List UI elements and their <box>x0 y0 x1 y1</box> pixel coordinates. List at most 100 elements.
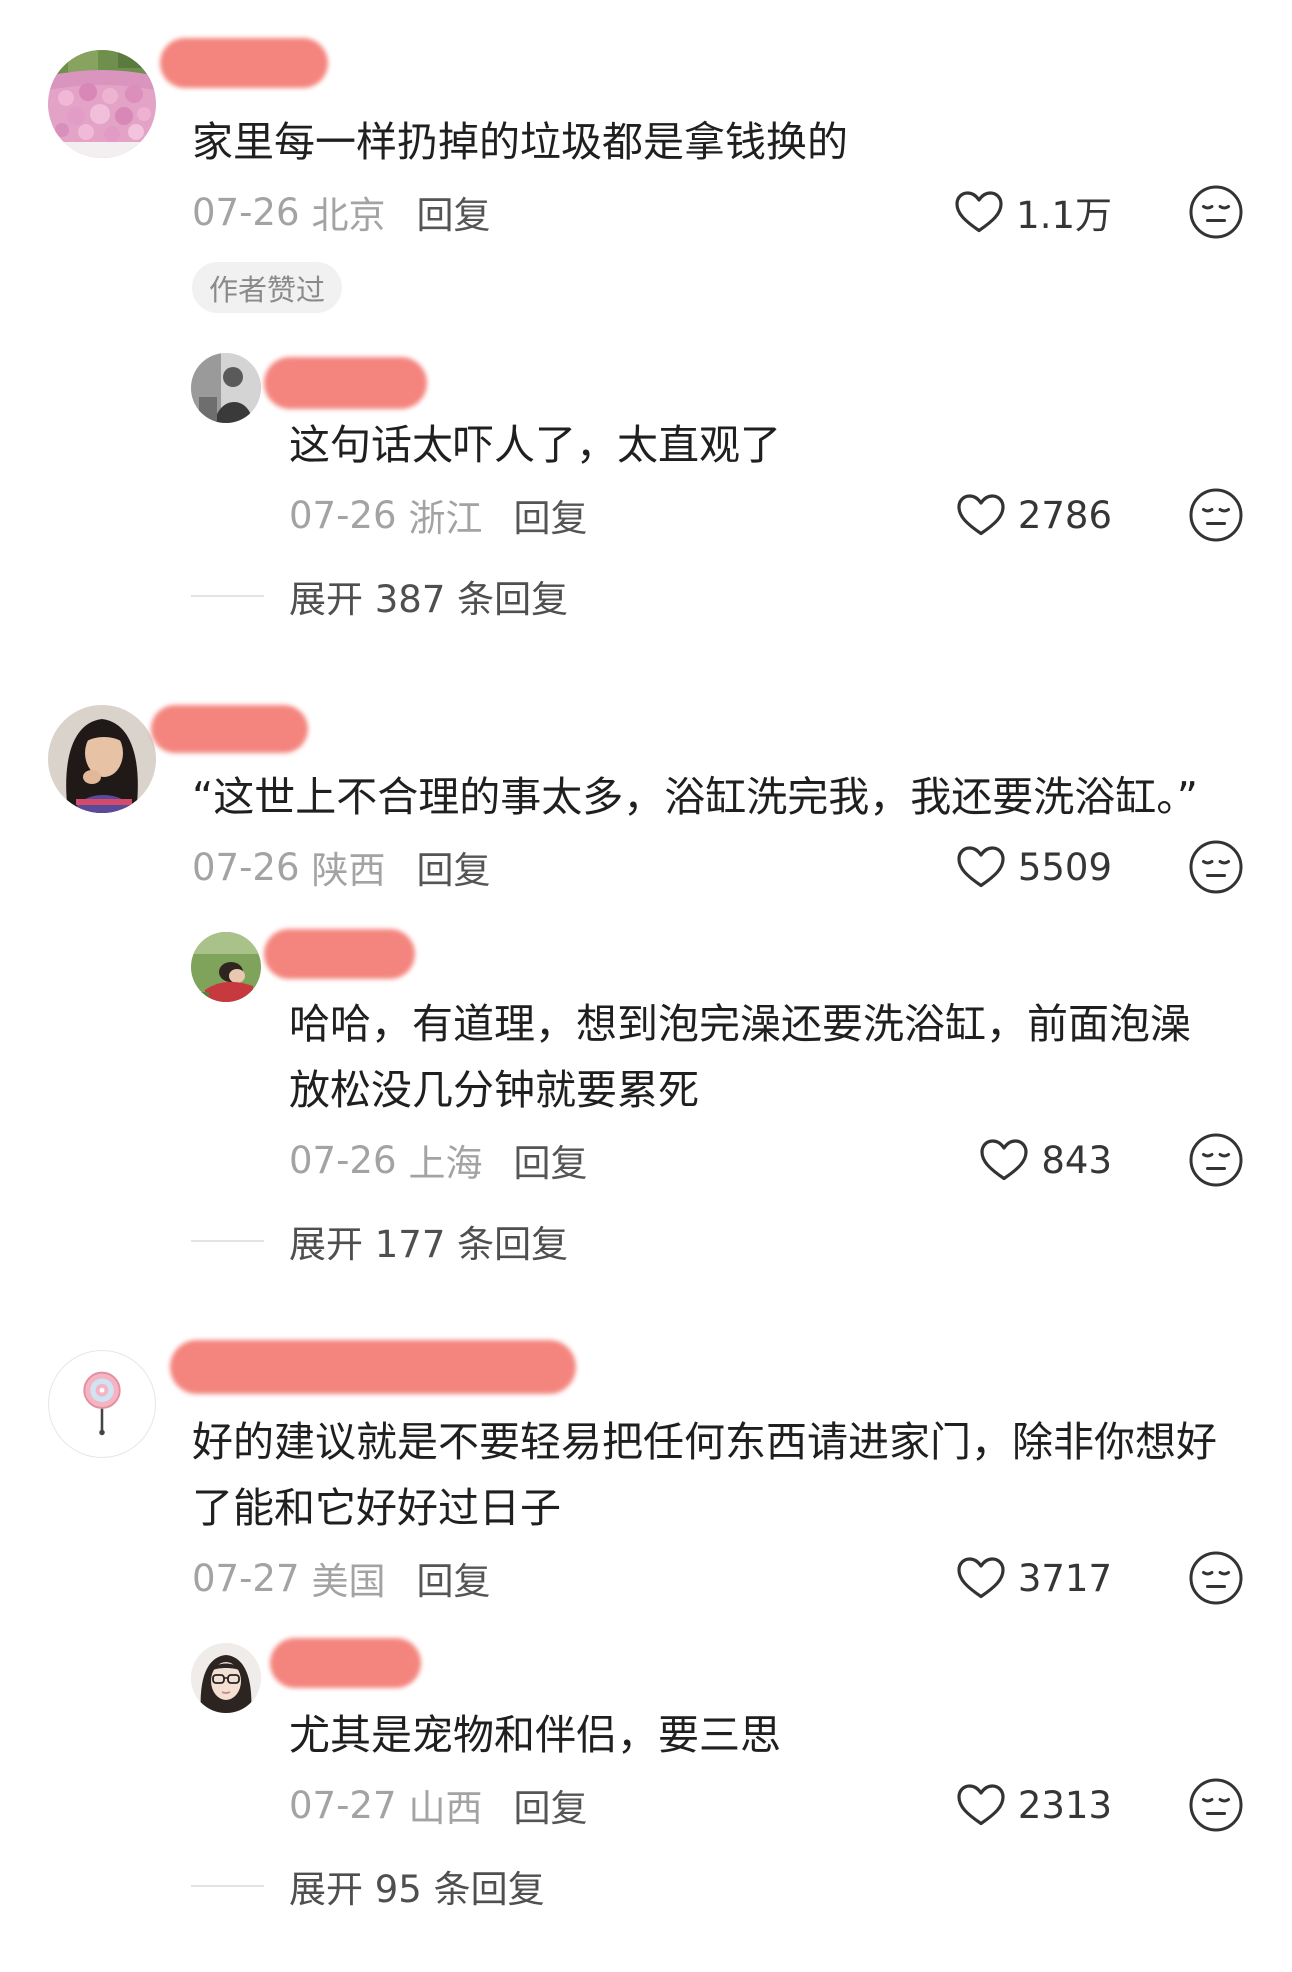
like-button[interactable]: 2313 <box>956 1780 1112 1830</box>
reaction-button[interactable] <box>1188 487 1244 543</box>
comment-meta: 07-26 北京 回复 1.1万 <box>192 184 1292 240</box>
comment-text: 好的建议就是不要轻易把任何东西请进家门，除非你想好了能和它好好过日子 <box>192 1418 1217 1532</box>
reply-button[interactable]: 回复 <box>514 488 588 542</box>
reaction-button[interactable] <box>1188 839 1244 895</box>
like-count: 843 <box>1041 1138 1112 1182</box>
username-row <box>151 705 1292 764</box>
reply-item: 这句话太吓人了，太直观了 07-26 浙江 回复 2786 <box>0 353 1292 543</box>
reply-meta: 07-26 上海 回复 843 <box>289 1132 1292 1188</box>
meh-face-icon <box>1189 488 1243 542</box>
like-button[interactable]: 1.1万 <box>954 187 1112 237</box>
expand-replies-label: 展开 177 条回复 <box>289 1223 569 1266</box>
username-row <box>264 929 1292 991</box>
meh-face-icon <box>1189 1778 1243 1832</box>
redacted-username[interactable] <box>270 1638 421 1688</box>
reply-button[interactable]: 回复 <box>417 1551 491 1605</box>
comment-location: 北京 <box>311 194 386 237</box>
divider-line <box>191 1885 264 1887</box>
user-avatar[interactable] <box>191 932 261 1002</box>
like-count: 5509 <box>1017 845 1112 889</box>
reply-location: 上海 <box>408 1142 483 1185</box>
comment-date: 07-27 <box>192 1556 300 1600</box>
user-avatar[interactable] <box>191 353 261 423</box>
avatar-image <box>191 932 261 1002</box>
divider-line <box>191 595 264 597</box>
reply-meta: 07-26 浙江 回复 2786 <box>289 487 1292 543</box>
redacted-username[interactable] <box>151 705 308 753</box>
comment-item: 好的建议就是不要轻易把任何东西请进家门，除非你想好了能和它好好过日子 07-27… <box>0 1340 1292 1911</box>
reply-list: 尤其是宠物和伴侣，要三思 07-27 山西 回复 2313 <box>0 1638 1292 1833</box>
like-button[interactable]: 2786 <box>956 490 1112 540</box>
like-button[interactable]: 843 <box>979 1135 1112 1185</box>
divider-line <box>191 1240 264 1242</box>
like-count: 2313 <box>1017 1783 1112 1827</box>
like-count: 2786 <box>1017 493 1112 537</box>
heart-icon <box>955 191 1003 233</box>
comment-date: 07-26 <box>192 845 300 889</box>
comment-item: “这世上不合理的事太多，浴缸洗完我，我还要洗浴缸。” 07-26 陕西 回复 5… <box>0 705 1292 1266</box>
reply-date: 07-26 <box>289 1138 397 1182</box>
comment-location: 陕西 <box>311 849 386 892</box>
username-row <box>264 353 1292 412</box>
like-button[interactable]: 3717 <box>956 1553 1112 1603</box>
meh-face-icon <box>1189 840 1243 894</box>
comment-text: “这世上不合理的事太多，浴缸洗完我，我还要洗浴缸。” <box>192 773 1198 821</box>
username-row <box>170 1340 1292 1409</box>
avatar-image <box>191 353 261 423</box>
heart-icon <box>957 1784 1005 1826</box>
username-row <box>270 1638 1292 1702</box>
comment-date: 07-26 <box>192 190 300 234</box>
expand-replies-button[interactable]: 展开 95 条回复 <box>0 1861 1292 1911</box>
redacted-username[interactable] <box>170 1340 576 1394</box>
reply-button[interactable]: 回复 <box>514 1133 588 1187</box>
avatar-image <box>48 50 156 158</box>
user-avatar[interactable] <box>48 705 156 813</box>
heart-icon <box>980 1139 1028 1181</box>
avatar-image <box>191 1643 261 1713</box>
meh-face-icon <box>1189 1551 1243 1605</box>
author-liked-badge: 作者赞过 <box>192 262 343 313</box>
reply-item: 尤其是宠物和伴侣，要三思 07-27 山西 回复 2313 <box>0 1638 1292 1833</box>
comment-meta: 07-27 美国 回复 3717 <box>192 1550 1292 1606</box>
reply-text: 这句话太吓人了，太直观了 <box>289 421 781 469</box>
reaction-button[interactable] <box>1188 1777 1244 1833</box>
reply-location: 浙江 <box>408 497 483 540</box>
reply-text: 尤其是宠物和伴侣，要三思 <box>289 1711 781 1759</box>
reply-button[interactable]: 回复 <box>417 185 491 239</box>
expand-replies-button[interactable]: 展开 177 条回复 <box>0 1216 1292 1266</box>
like-count: 1.1万 <box>1016 194 1112 237</box>
reply-meta: 07-27 山西 回复 2313 <box>289 1777 1292 1833</box>
comment-text: 家里每一样扔掉的垃圾都是拿钱换的 <box>192 118 848 166</box>
username-row <box>160 38 1292 109</box>
reply-list: 这句话太吓人了，太直观了 07-26 浙江 回复 2786 <box>0 353 1292 543</box>
badge-row: 作者赞过 <box>192 262 1292 313</box>
reaction-button[interactable] <box>1188 1550 1244 1606</box>
heart-icon <box>957 1557 1005 1599</box>
comment-meta: 07-26 陕西 回复 5509 <box>192 839 1292 895</box>
user-avatar[interactable] <box>191 1643 261 1713</box>
reply-text: 哈哈，有道理，想到泡完澡还要洗浴缸，前面泡澡放松没几分钟就要累死 <box>289 1000 1191 1114</box>
meh-face-icon <box>1189 1133 1243 1187</box>
user-avatar[interactable] <box>48 1350 156 1458</box>
like-button[interactable]: 5509 <box>956 842 1112 892</box>
heart-icon <box>957 846 1005 888</box>
expand-replies-button[interactable]: 展开 387 条回复 <box>0 571 1292 621</box>
reply-list: 哈哈，有道理，想到泡完澡还要洗浴缸，前面泡澡放松没几分钟就要累死 07-26 上… <box>0 929 1292 1188</box>
comment-thread: 家里每一样扔掉的垃圾都是拿钱换的 07-26 北京 回复 1.1万 作者赞过 这… <box>0 0 1292 1911</box>
reaction-button[interactable] <box>1188 184 1244 240</box>
comment-location: 美国 <box>311 1560 386 1603</box>
meh-face-icon <box>1189 185 1243 239</box>
reaction-button[interactable] <box>1188 1132 1244 1188</box>
comment-item: 家里每一样扔掉的垃圾都是拿钱换的 07-26 北京 回复 1.1万 作者赞过 这… <box>0 38 1292 621</box>
redacted-username[interactable] <box>264 929 415 979</box>
reply-button[interactable]: 回复 <box>417 840 491 894</box>
reply-location: 山西 <box>408 1787 483 1830</box>
redacted-username[interactable] <box>264 357 427 409</box>
reply-date: 07-27 <box>289 1783 397 1827</box>
reply-button[interactable]: 回复 <box>514 1778 588 1832</box>
heart-icon <box>957 494 1005 536</box>
user-avatar[interactable] <box>48 50 156 158</box>
lollipop-icon <box>83 1371 121 1436</box>
reply-item: 哈哈，有道理，想到泡完澡还要洗浴缸，前面泡澡放松没几分钟就要累死 07-26 上… <box>0 929 1292 1188</box>
redacted-username[interactable] <box>160 38 328 88</box>
